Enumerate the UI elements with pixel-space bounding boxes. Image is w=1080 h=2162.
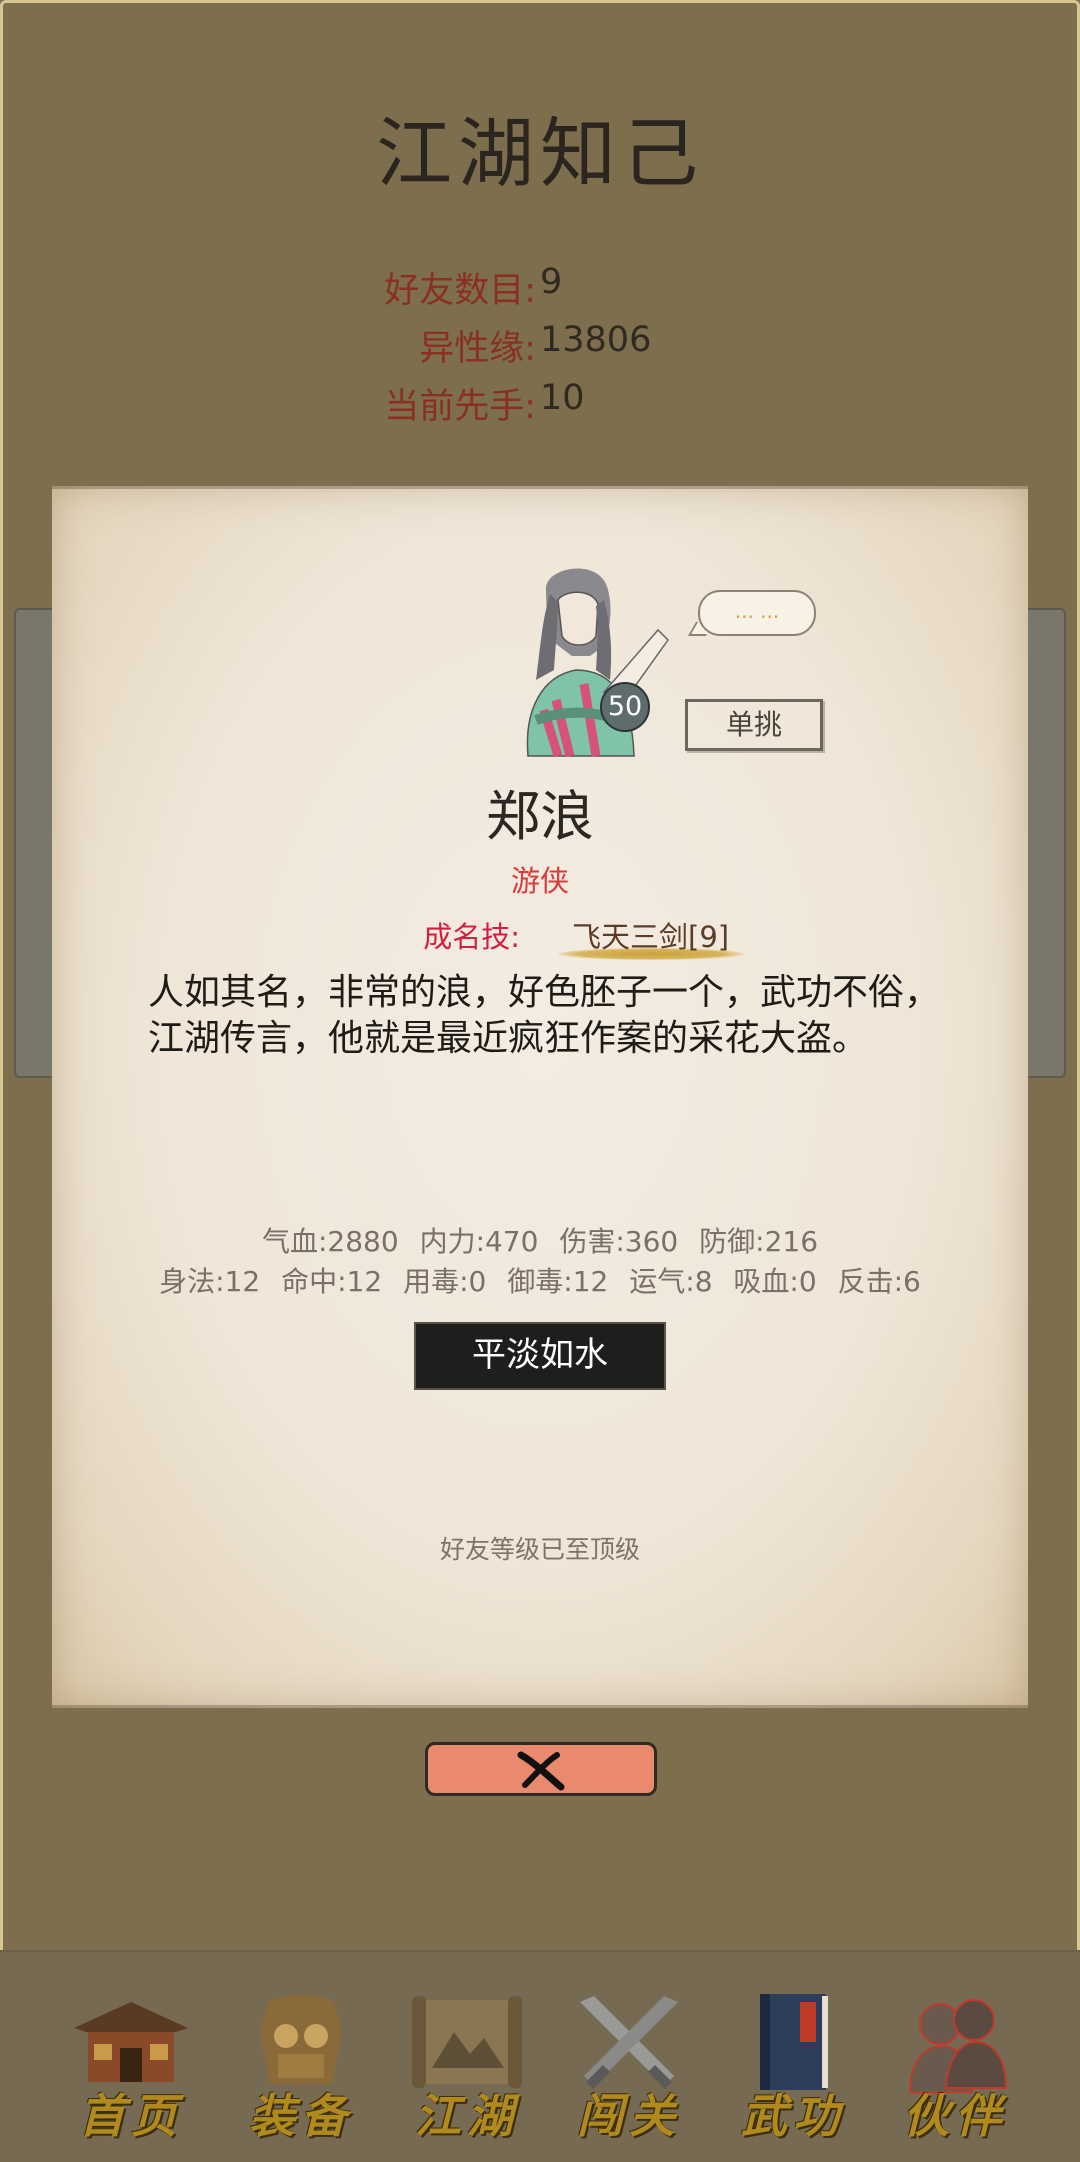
attr-luck: 运气:8	[629, 1265, 713, 1298]
stat-value: 10	[540, 378, 585, 418]
attr-agility: 身法:12	[159, 1265, 261, 1298]
attr-counter: 反击:6	[837, 1265, 921, 1298]
page-title: 江湖知己	[376, 109, 704, 198]
nav-item-partners[interactable]: 伙伴	[880, 1988, 1030, 2148]
attr-poison-resist: 御毒:12	[507, 1265, 609, 1298]
stat-label: 当前先手:	[384, 387, 536, 427]
stat-charm: 异性缘: 13806	[0, 320, 1080, 370]
signature-skill-label: 成名技:	[423, 920, 520, 954]
stat-value: 13806	[540, 320, 652, 360]
attr-inner-power: 内力:470	[419, 1225, 539, 1258]
duel-button[interactable]: 单挑	[685, 699, 823, 751]
close-x-icon	[517, 1751, 565, 1791]
stat-value: 9	[540, 262, 563, 302]
attributes-row-2: 身法:12 命中:12 用毒:0 御毒:12 运气:8 吸血:0 反击:6	[52, 1260, 1028, 1300]
nav-item-equipment[interactable]: 装备	[226, 1988, 376, 2148]
nav-label: 装备	[249, 2089, 353, 2143]
friend-card: 50 ... ... 单挑 郑浪 游侠 成名技: 飞天三剑[9] 人如其名，非常…	[52, 486, 1028, 1708]
character-name: 郑浪	[486, 785, 594, 848]
character-description: 人如其名，非常的浪，好色胚子一个，武功不俗，江湖传言，他就是最近疯狂作案的采花大…	[148, 972, 941, 1059]
speech-bubble[interactable]: ... ...	[698, 590, 816, 636]
stat-initiative: 当前先手: 10	[0, 378, 1080, 428]
character-portrait	[526, 568, 669, 758]
stat-label: 异性缘:	[419, 329, 536, 369]
attr-accuracy: 命中:12	[281, 1265, 383, 1298]
nav-item-martial-arts[interactable]: 武功	[718, 1988, 868, 2148]
attr-damage: 伤害:360	[559, 1225, 679, 1258]
close-button[interactable]	[425, 1742, 657, 1796]
bottom-nav: 首页 装备 江湖 闯关 武功 伙伴	[0, 1950, 1080, 2162]
nav-label: 首页	[79, 2089, 183, 2143]
nav-item-challenge[interactable]: 闯关	[554, 1988, 704, 2148]
level-badge: 50	[600, 682, 650, 732]
attr-poison: 用毒:0	[403, 1265, 487, 1298]
stat-friend-count: 好友数目: 9	[0, 262, 1080, 312]
attr-hp: 气血:2880	[261, 1225, 399, 1258]
nav-label: 闯关	[577, 2089, 681, 2143]
card-edge	[52, 1705, 1028, 1708]
attributes-row-1: 气血:2880 内力:470 伤害:360 防御:216	[52, 1220, 1028, 1260]
stat-label: 好友数目:	[384, 271, 536, 311]
signature-skill-value[interactable]: 飞天三剑[9]	[572, 914, 729, 956]
nav-label: 江湖	[415, 2089, 519, 2143]
nav-item-world[interactable]: 江湖	[392, 1988, 542, 2148]
friend-level-status: 好友等级已至顶级	[439, 1535, 640, 1564]
card-edge	[52, 486, 1028, 489]
nav-label: 武功	[741, 2089, 845, 2143]
attr-defense: 防御:216	[699, 1225, 819, 1258]
nav-label: 伙伴	[903, 2089, 1007, 2143]
character-class: 游侠	[510, 864, 569, 898]
attr-lifesteal: 吸血:0	[733, 1265, 817, 1298]
relationship-mood-button[interactable]: 平淡如水	[414, 1322, 666, 1390]
nav-item-home[interactable]: 首页	[56, 1988, 206, 2148]
